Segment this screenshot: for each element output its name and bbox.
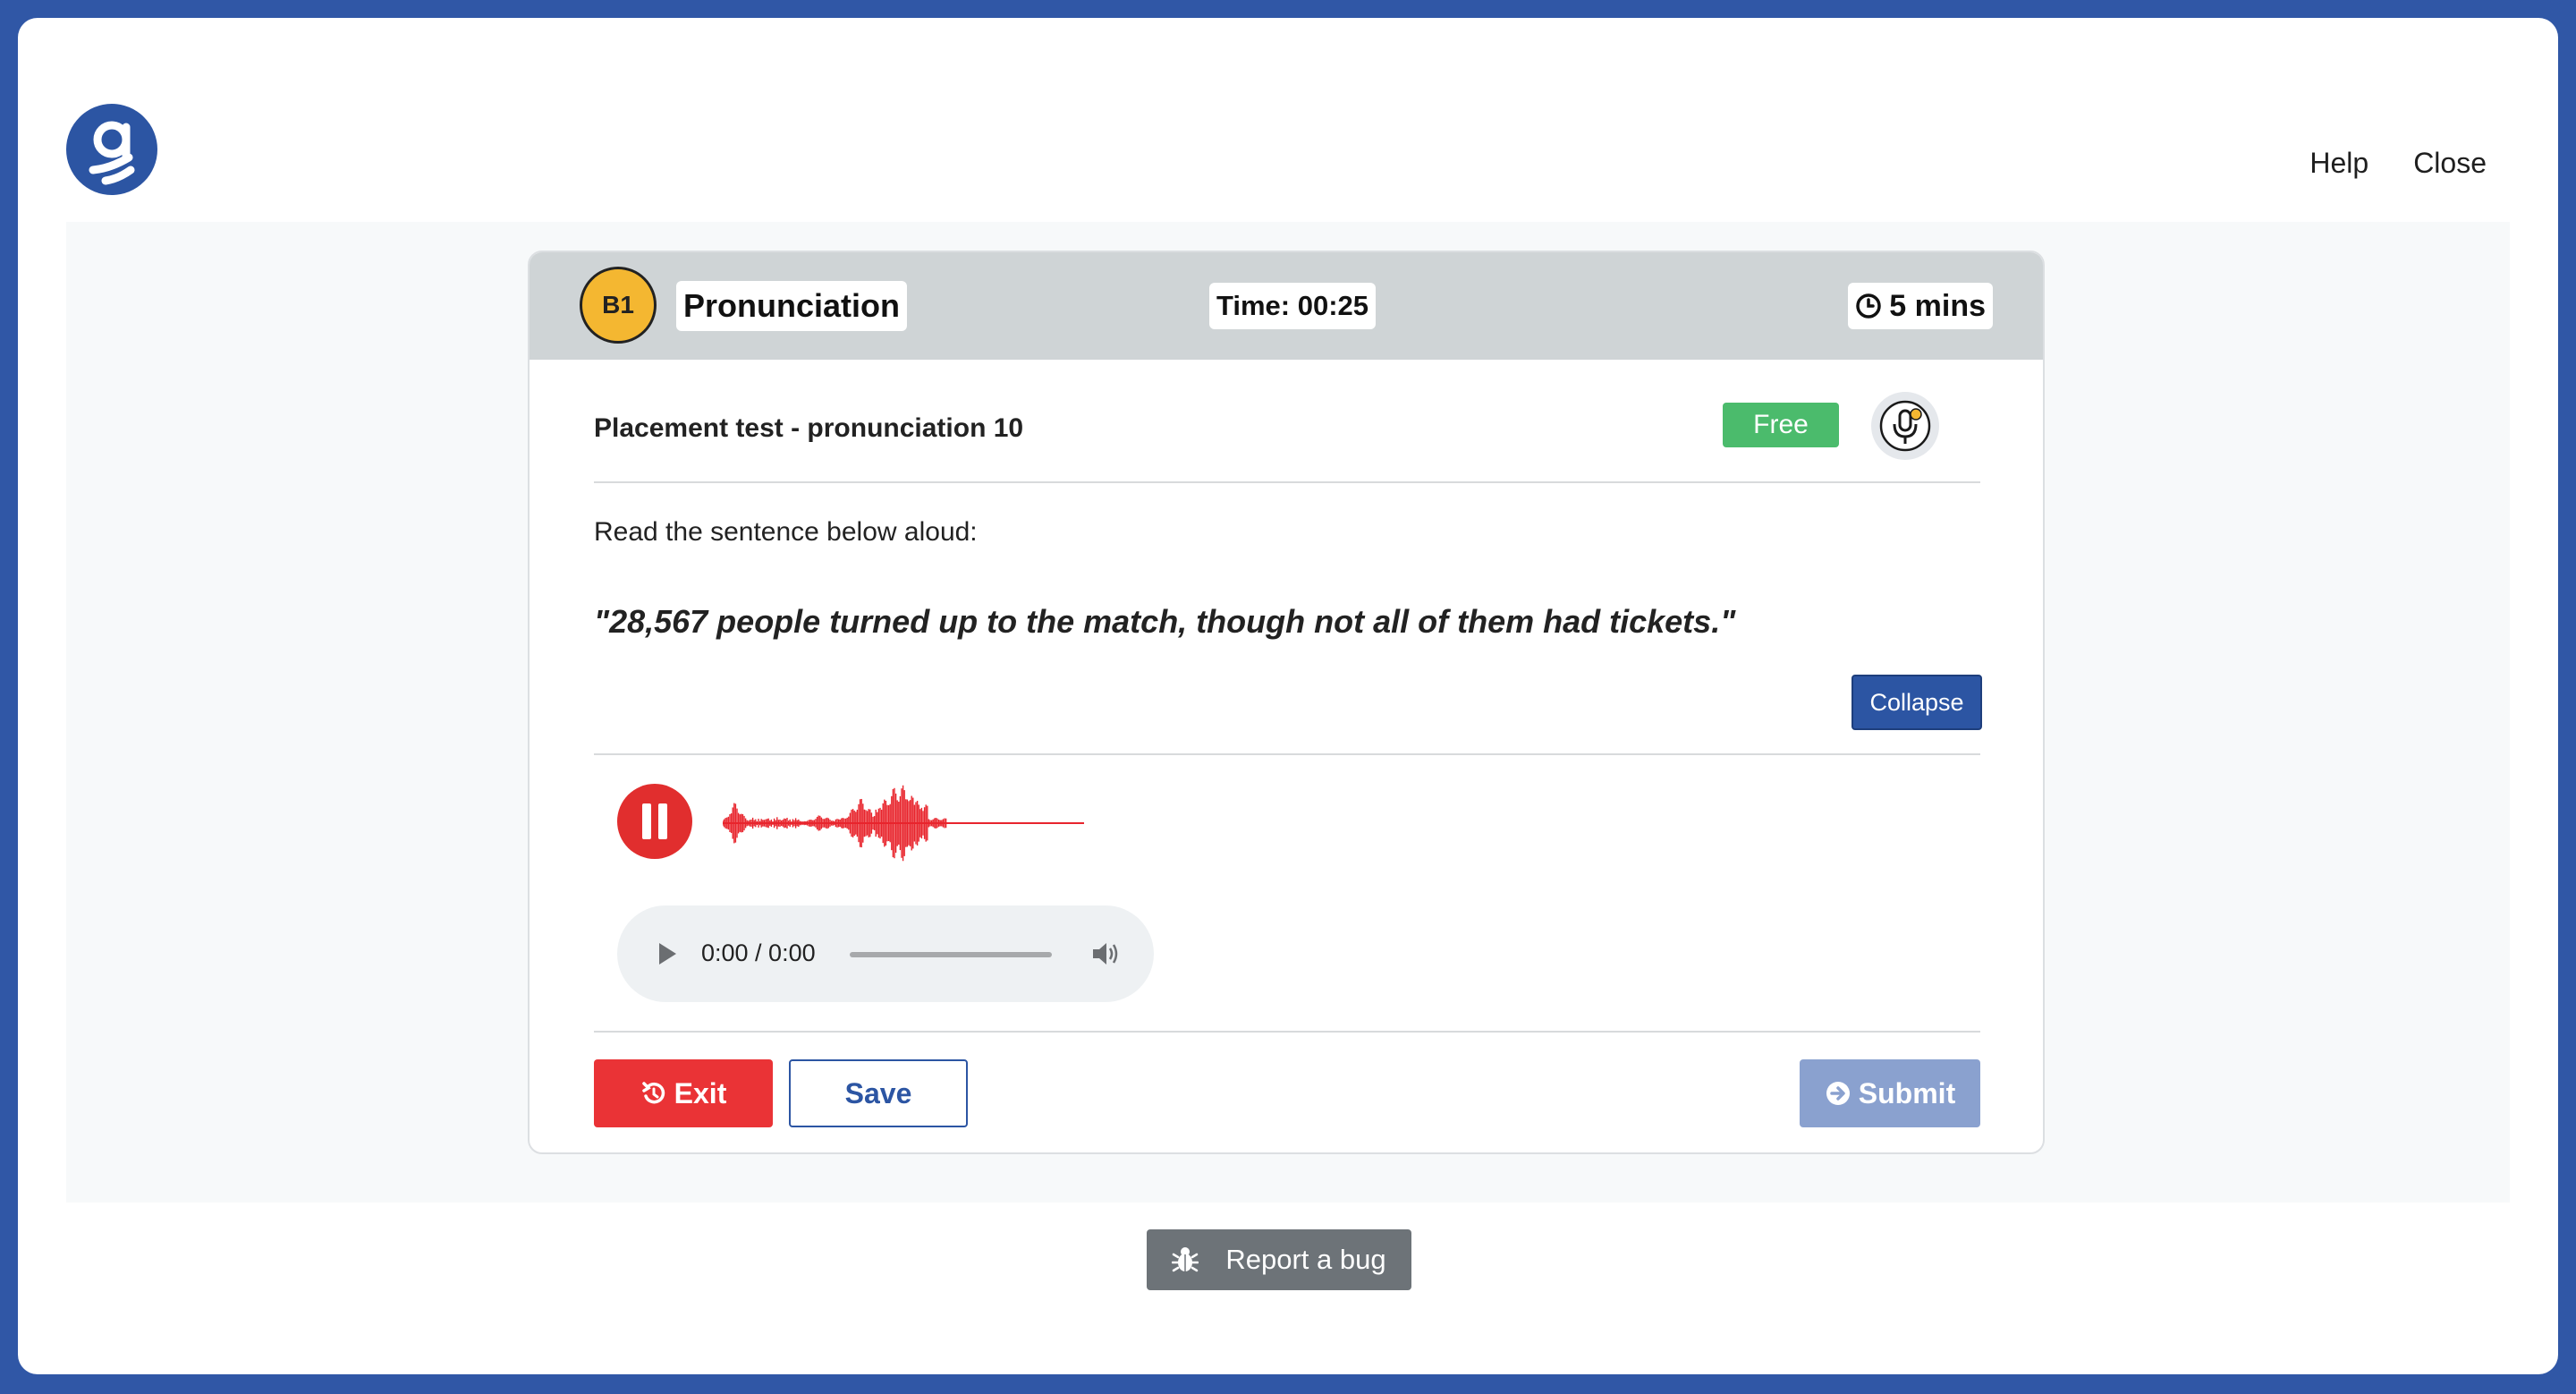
question-card: B1 Pronunciation Time: 00:25 5 mins Plac… xyxy=(528,251,2045,1154)
card-header: B1 Pronunciation Time: 00:25 5 mins xyxy=(530,252,2043,360)
submit-label: Submit xyxy=(1858,1076,1956,1109)
audio-player[interactable]: 0:00 / 0:00 xyxy=(617,905,1154,1002)
microphone-icon xyxy=(1879,400,1931,452)
skill-title: Pronunciation xyxy=(676,281,907,331)
collapse-button[interactable]: Collapse xyxy=(1852,675,1982,730)
elapsed-timer: Time: 00:25 xyxy=(1209,283,1377,329)
save-button[interactable]: Save xyxy=(789,1059,968,1127)
divider xyxy=(594,1031,1980,1033)
play-icon[interactable] xyxy=(657,941,678,966)
app-window: Help Close B1 Pronunciation Time: 00:25 … xyxy=(18,18,2558,1374)
duration-chip: 5 mins xyxy=(1848,283,1993,329)
audio-progress-track[interactable] xyxy=(850,952,1052,957)
report-bug-button[interactable]: Report a bug xyxy=(1147,1229,1411,1290)
close-link[interactable]: Close xyxy=(2413,147,2487,180)
pause-recording-button[interactable] xyxy=(617,784,692,859)
content-area: B1 Pronunciation Time: 00:25 5 mins Plac… xyxy=(66,222,2510,1203)
volume-icon[interactable] xyxy=(1091,939,1122,968)
arrow-right-circle-icon xyxy=(1826,1082,1850,1105)
help-link[interactable]: Help xyxy=(2309,147,2368,180)
bug-icon xyxy=(1172,1247,1199,1272)
report-bug-label: Report a bug xyxy=(1225,1244,1386,1275)
recording-waveform xyxy=(723,785,1084,862)
instruction-text: Read the sentence below aloud: xyxy=(594,517,978,547)
duration-label: 5 mins xyxy=(1889,288,1986,323)
divider xyxy=(594,753,1980,755)
exit-label: Exit xyxy=(674,1076,727,1109)
clock-icon xyxy=(1856,293,1882,319)
divider xyxy=(594,481,1980,483)
submit-button[interactable]: Submit xyxy=(1800,1059,1980,1127)
exit-button[interactable]: Exit xyxy=(594,1059,773,1127)
top-nav: Help Close xyxy=(2309,147,2487,180)
audio-time: 0:00 / 0:00 xyxy=(701,939,816,966)
free-badge: Free xyxy=(1723,403,1839,447)
brand-logo-icon[interactable] xyxy=(66,104,157,195)
exit-icon xyxy=(641,1082,665,1104)
target-sentence: "28,567 people turned up to the match, t… xyxy=(594,603,1736,640)
pause-icon xyxy=(642,803,667,839)
microphone-button[interactable] xyxy=(1871,392,1939,460)
test-title: Placement test - pronunciation 10 xyxy=(594,413,1024,443)
level-badge: B1 xyxy=(580,267,657,344)
